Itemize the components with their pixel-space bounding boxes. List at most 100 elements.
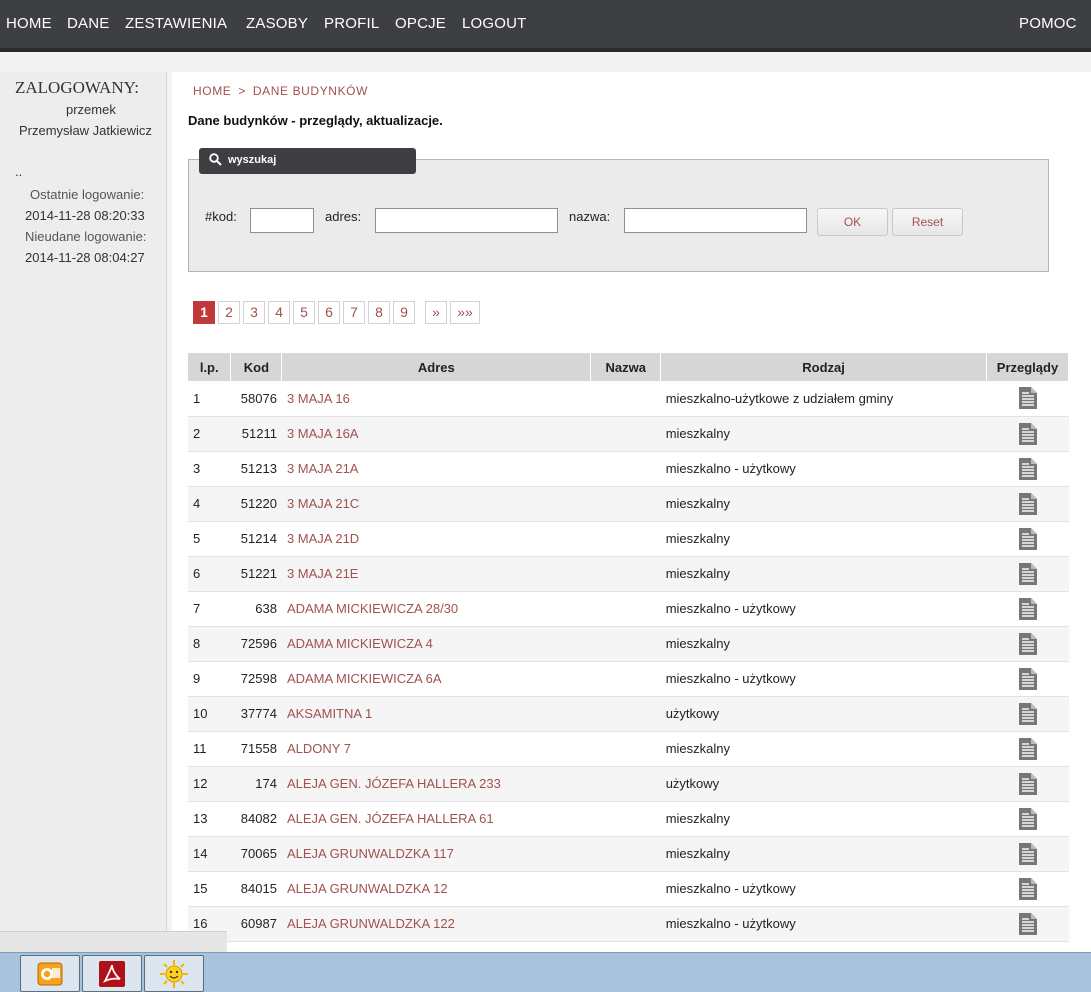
document-icon[interactable] bbox=[1018, 737, 1038, 761]
nav-home[interactable]: HOME bbox=[6, 15, 52, 32]
col-nazwa[interactable]: Nazwa bbox=[590, 353, 662, 381]
cell-lp: 9 bbox=[188, 661, 231, 697]
document-icon[interactable] bbox=[1018, 632, 1038, 656]
cell-lp: 15 bbox=[188, 871, 231, 907]
page-last[interactable]: »» bbox=[450, 301, 480, 324]
document-icon[interactable] bbox=[1018, 386, 1038, 410]
cell-adres-link[interactable]: ADAMA MICKIEWICZA 28/30 bbox=[281, 591, 591, 627]
col-adres[interactable]: Adres bbox=[281, 353, 592, 381]
page-next[interactable]: » bbox=[425, 301, 447, 324]
cell-kod: 51221 bbox=[230, 556, 282, 592]
table-row: 9 72598 ADAMA MICKIEWICZA 6A mieszkalno - u… bbox=[188, 661, 1069, 697]
reset-button[interactable]: Reset bbox=[892, 208, 963, 236]
table-row: 4 51220 3 MAJA 21C mieszkalny bbox=[188, 486, 1069, 522]
nav-zasoby[interactable]: ZASOBY bbox=[246, 15, 308, 32]
document-icon[interactable] bbox=[1018, 667, 1038, 691]
nav-profil[interactable]: PROFIL bbox=[324, 15, 379, 32]
cell-adres-link[interactable]: 3 MAJA 16A bbox=[281, 416, 591, 452]
table-row: 13 84082 ALEJA GEN. JÓZEFA HALLERA 61 miesz… bbox=[188, 801, 1069, 837]
cell-adres-link[interactable]: ALEJA GEN. JÓZEFA HALLERA 233 bbox=[281, 766, 591, 802]
document-icon[interactable] bbox=[1018, 422, 1038, 446]
page-7[interactable]: 7 bbox=[343, 301, 365, 324]
document-icon[interactable] bbox=[1018, 562, 1038, 586]
page-3[interactable]: 3 bbox=[243, 301, 265, 324]
page-1[interactable]: 1 bbox=[193, 301, 215, 324]
cell-lp: 1 bbox=[188, 381, 231, 417]
table-row: 12 174 ALEJA GEN. JÓZEFA HALLERA 233 użytko… bbox=[188, 766, 1069, 802]
cell-adres-link[interactable]: 3 MAJA 21D bbox=[281, 521, 591, 557]
cell-adres-link[interactable]: ALEJA GEN. JÓZEFA HALLERA 61 bbox=[281, 801, 591, 837]
cell-lp: 5 bbox=[188, 521, 231, 557]
taskbar-acrobat-button[interactable] bbox=[82, 955, 142, 992]
document-icon[interactable] bbox=[1018, 807, 1038, 831]
breadcrumb-home[interactable]: HOME bbox=[193, 84, 231, 98]
col-kod[interactable]: Kod bbox=[230, 353, 283, 381]
document-icon[interactable] bbox=[1018, 527, 1038, 551]
cell-adres-link[interactable]: ALEJA GRUNWALDZKA 12 bbox=[281, 871, 591, 907]
cell-przeglady bbox=[986, 906, 1069, 942]
main-content: HOME > DANE BUDYNKÓW Dane budynków - prz… bbox=[172, 72, 1091, 952]
cell-nazwa bbox=[590, 591, 661, 627]
kod-input[interactable] bbox=[250, 208, 314, 233]
cell-adres-link[interactable]: 3 MAJA 21E bbox=[281, 556, 591, 592]
status-strip bbox=[0, 931, 227, 952]
cell-kod: 84015 bbox=[230, 871, 282, 907]
document-icon[interactable] bbox=[1018, 702, 1038, 726]
cell-lp: 3 bbox=[188, 451, 231, 487]
taskbar-outlook-button[interactable] bbox=[20, 955, 80, 992]
adres-input[interactable] bbox=[375, 208, 558, 233]
cell-adres-link[interactable]: ALDONY 7 bbox=[281, 731, 591, 767]
nav-zestawienia[interactable]: ZESTAWIENIA bbox=[125, 15, 227, 32]
cell-rodzaj: mieszkalno - użytkowy bbox=[660, 906, 987, 942]
document-icon[interactable] bbox=[1018, 457, 1038, 481]
nav-dane[interactable]: DANE bbox=[67, 15, 109, 32]
table-header-row: l.p. Kod Adres Nazwa Rodzaj Przeglądy bbox=[188, 353, 1069, 381]
taskbar-sun-button[interactable] bbox=[144, 955, 204, 992]
cell-przeglady bbox=[986, 661, 1069, 697]
nazwa-input[interactable] bbox=[624, 208, 807, 233]
cell-nazwa bbox=[590, 801, 661, 837]
page-8[interactable]: 8 bbox=[368, 301, 390, 324]
cell-rodzaj: mieszkalny bbox=[660, 731, 987, 767]
page-9[interactable]: 9 bbox=[393, 301, 415, 324]
col-lp[interactable]: l.p. bbox=[188, 353, 232, 381]
cell-kod: 174 bbox=[230, 766, 282, 802]
table-row: 8 72596 ADAMA MICKIEWICZA 4 mieszkalny bbox=[188, 626, 1069, 662]
cell-adres-link[interactable]: ADAMA MICKIEWICZA 6A bbox=[281, 661, 591, 697]
page-4[interactable]: 4 bbox=[268, 301, 290, 324]
document-icon[interactable] bbox=[1018, 597, 1038, 621]
cell-adres-link[interactable]: ADAMA MICKIEWICZA 4 bbox=[281, 626, 591, 662]
last-login-value: 2014-11-28 08:20:33 bbox=[25, 208, 145, 223]
document-icon[interactable] bbox=[1018, 492, 1038, 516]
document-icon[interactable] bbox=[1018, 842, 1038, 866]
cell-rodzaj: użytkowy bbox=[660, 766, 987, 802]
nav-help[interactable]: POMOC bbox=[1019, 15, 1077, 32]
page-title: Dane budynków - przeglądy, aktualizacje. bbox=[188, 113, 443, 128]
cell-kod: 37774 bbox=[230, 696, 282, 732]
cell-adres-link[interactable]: 3 MAJA 21C bbox=[281, 486, 591, 522]
table-row: 10 37774 AKSAMITNA 1 użytkowy bbox=[188, 696, 1069, 732]
cell-kod: 71558 bbox=[230, 731, 282, 767]
cell-nazwa bbox=[590, 766, 661, 802]
table-row: 7 638 ADAMA MICKIEWICZA 28/30 mieszkalno - … bbox=[188, 591, 1069, 627]
cell-nazwa bbox=[590, 696, 661, 732]
nav-opcje[interactable]: OPCJE bbox=[395, 15, 446, 32]
cell-adres-link[interactable]: AKSAMITNA 1 bbox=[281, 696, 591, 732]
cell-nazwa bbox=[590, 731, 661, 767]
adres-label: adres: bbox=[325, 209, 362, 224]
nav-logout[interactable]: LOGOUT bbox=[462, 15, 527, 32]
document-icon[interactable] bbox=[1018, 772, 1038, 796]
page-2[interactable]: 2 bbox=[218, 301, 240, 324]
col-rodzaj[interactable]: Rodzaj bbox=[660, 353, 987, 381]
document-icon[interactable] bbox=[1018, 877, 1038, 901]
cell-adres-link[interactable]: 3 MAJA 21A bbox=[281, 451, 591, 487]
cell-adres-link[interactable]: 3 MAJA 16 bbox=[281, 381, 591, 417]
ok-button[interactable]: OK bbox=[817, 208, 888, 236]
cell-adres-link[interactable]: ALEJA GRUNWALDZKA 117 bbox=[281, 836, 591, 872]
cell-adres-link[interactable]: ALEJA GRUNWALDZKA 122 bbox=[281, 906, 591, 942]
page-5[interactable]: 5 bbox=[293, 301, 315, 324]
document-icon[interactable] bbox=[1018, 912, 1038, 936]
page-6[interactable]: 6 bbox=[318, 301, 340, 324]
cell-lp: 6 bbox=[188, 556, 231, 592]
cell-lp: 13 bbox=[188, 801, 231, 837]
